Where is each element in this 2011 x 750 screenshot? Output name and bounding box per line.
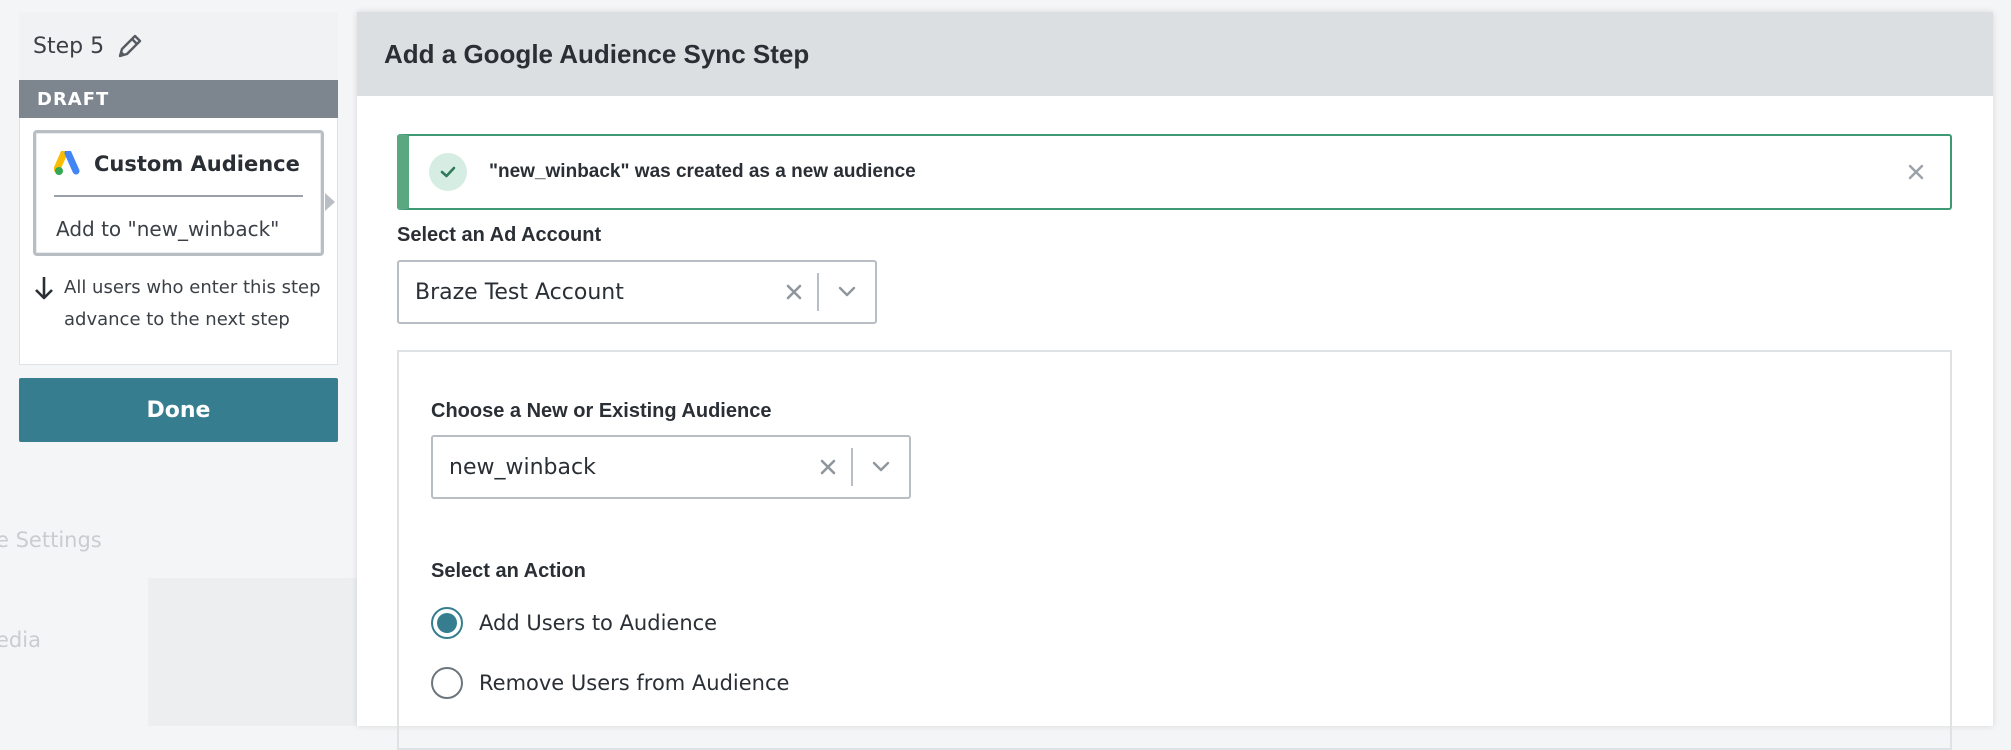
- step-body: Custom Audience Add to "new_winback" All…: [19, 118, 338, 365]
- card-divider: [54, 195, 303, 197]
- bg-settings-text: e Settings: [0, 528, 102, 552]
- action-label: Select an Action: [431, 560, 586, 582]
- radio-remove-users[interactable]: Remove Users from Audience: [431, 667, 789, 699]
- card-title-row: Custom Audience: [53, 149, 300, 177]
- custom-audience-card[interactable]: Custom Audience Add to "new_winback": [33, 130, 335, 256]
- ad-account-label: Select an Ad Account: [397, 224, 602, 246]
- sync-step-modal: Add a Google Audience Sync Step "new_win…: [357, 12, 1993, 750]
- draft-status-bar: DRAFT: [19, 80, 338, 118]
- advance-text: All users who enter this step advance to…: [64, 277, 321, 330]
- radio-label-remove: Remove Users from Audience: [479, 671, 790, 695]
- audience-label: Choose a New or Existing Audience: [431, 400, 772, 422]
- radio-button-selected[interactable]: [431, 607, 463, 639]
- close-icon[interactable]: [1904, 160, 1928, 184]
- alert-text: "new_winback" was created as a new audie…: [489, 161, 916, 182]
- pencil-icon[interactable]: [116, 32, 144, 60]
- arrow-down-icon: [32, 274, 56, 302]
- advance-row: All users who enter this step advance to…: [32, 272, 334, 336]
- ad-account-select[interactable]: Braze Test Account: [397, 260, 877, 324]
- chevron-down-icon[interactable]: [853, 461, 909, 473]
- clear-x-icon[interactable]: [771, 284, 817, 300]
- audience-value: new_winback: [449, 454, 596, 480]
- clear-x-icon[interactable]: [805, 459, 851, 475]
- radio-button[interactable]: [431, 667, 463, 699]
- step-title: Step 5: [33, 33, 105, 59]
- modal-title: Add a Google Audience Sync Step: [384, 38, 810, 69]
- radio-label-add: Add Users to Audience: [479, 611, 718, 635]
- google-ads-icon: [53, 149, 82, 177]
- card-title: Custom Audience: [94, 152, 300, 176]
- card-subtitle: Add to "new_winback": [56, 217, 280, 241]
- card-pointer: [325, 193, 335, 211]
- success-alert: "new_winback" was created as a new audie…: [397, 134, 1952, 210]
- radio-dot: [437, 613, 457, 633]
- modal-header: Add a Google Audience Sync Step: [357, 12, 1993, 96]
- check-icon: [429, 153, 467, 191]
- audience-select[interactable]: new_winback: [431, 435, 911, 499]
- step-panel: Step 5 DRAFT Custom Audience Add to "new…: [19, 12, 338, 442]
- radio-add-users[interactable]: Add Users to Audience: [431, 607, 717, 639]
- chevron-down-icon[interactable]: [819, 286, 875, 298]
- done-button[interactable]: Done: [19, 378, 338, 442]
- step-header: Step 5: [19, 12, 338, 80]
- bg-media-text: edia: [0, 628, 41, 652]
- ad-account-value: Braze Test Account: [415, 279, 624, 305]
